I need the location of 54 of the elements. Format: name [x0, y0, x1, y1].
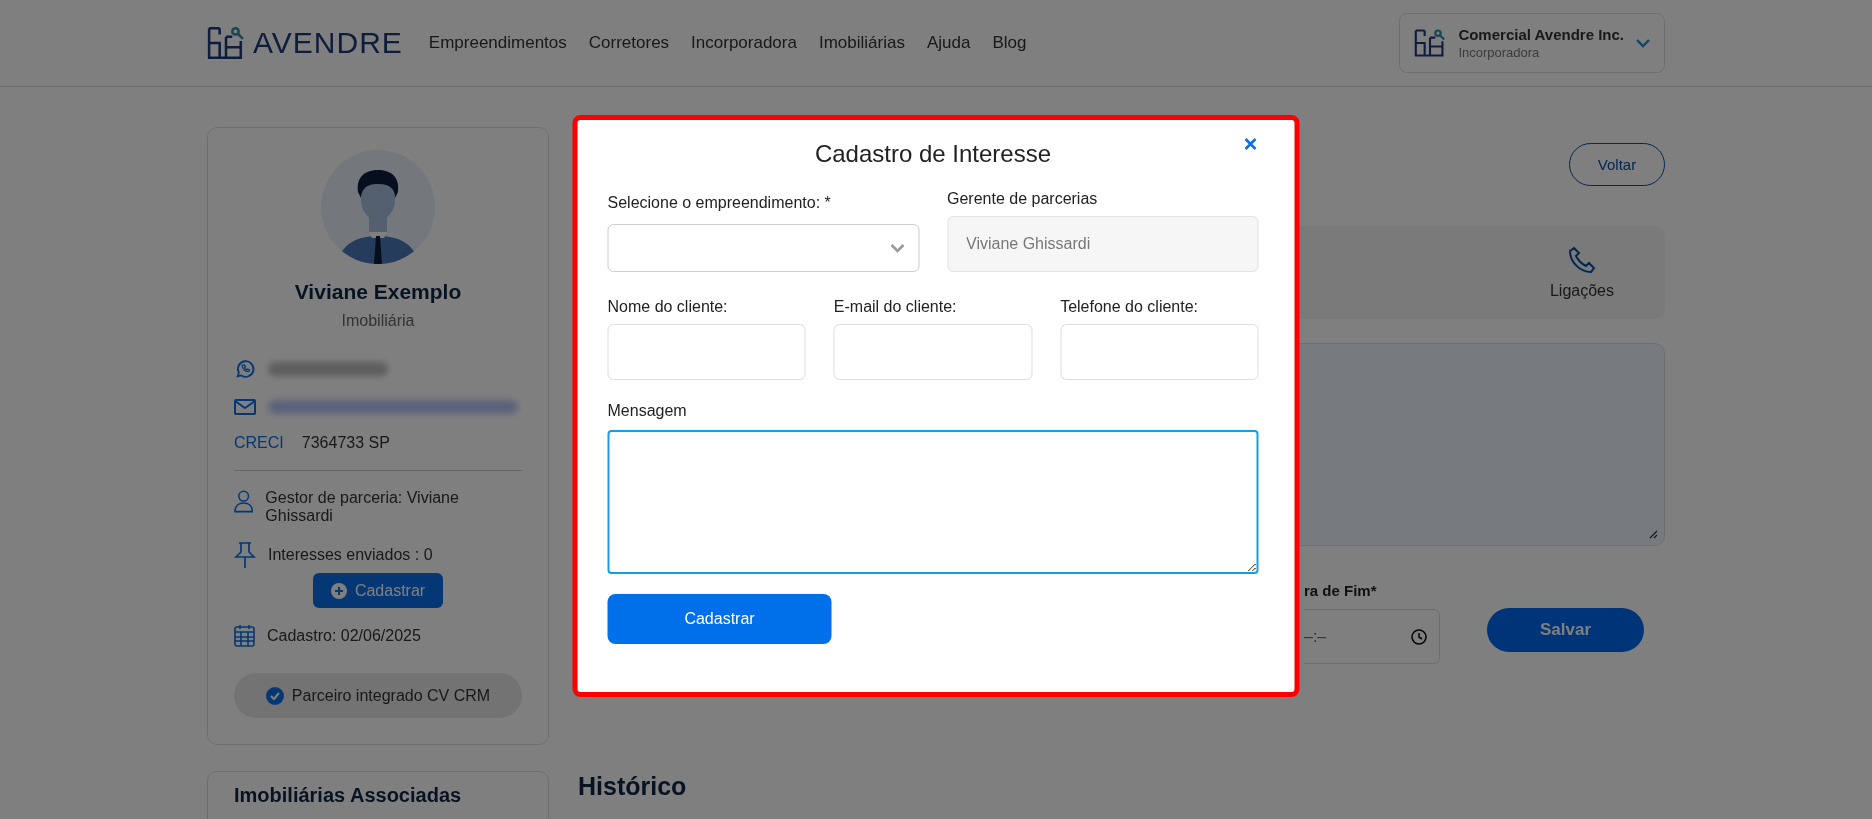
calls-tab[interactable]: Ligações — [1499, 226, 1665, 319]
register-button[interactable]: Cadastrar — [312, 573, 444, 608]
calendar-icon — [234, 624, 255, 647]
modal-title: Cadastro de Interesse — [814, 140, 1052, 168]
user-icon — [234, 489, 254, 513]
nav-link[interactable]: Incorporadora — [691, 33, 797, 53]
logo-text: AVENDRE — [253, 26, 403, 60]
registration-date: Cadastro: 02/06/2025 — [267, 626, 421, 645]
input-field[interactable] — [607, 324, 806, 380]
chevron-down-icon — [1636, 38, 1650, 48]
account-name: Comercial Avendre Inc. — [1458, 26, 1624, 43]
section-title: Imobiliárias Associadas — [234, 784, 463, 806]
nav-link[interactable]: Ajuda — [926, 33, 971, 53]
input-field[interactable] — [1060, 324, 1259, 380]
save-button[interactable]: Salvar — [1487, 608, 1644, 652]
whatsapp-icon — [234, 358, 256, 380]
account-switcher[interactable]: Comercial Avendre Inc. Incorporadora — [1399, 13, 1665, 73]
nav-link[interactable]: Imobiliárias — [818, 33, 905, 53]
clock-icon — [1411, 628, 1427, 645]
integration-badge: Parceiro integrado CV CRM — [234, 673, 522, 718]
floor-plan-key-icon — [207, 26, 245, 60]
chevron-down-icon — [890, 243, 904, 253]
field-label: ra de Fim* — [1304, 582, 1378, 599]
field-label: Telefone do cliente: — [1060, 298, 1200, 316]
field-label: E-mail do cliente: — [833, 298, 958, 316]
account-role: Incorporadora — [1458, 45, 1541, 60]
select-field[interactable] — [607, 224, 919, 272]
nav-link[interactable]: Corretores — [588, 33, 670, 53]
profile-type: Imobiliária — [340, 312, 416, 330]
profile-name: Viviane Exemplo — [293, 280, 463, 304]
envelope-icon — [234, 398, 256, 416]
field-label: Gerente de parcerias — [947, 190, 1099, 208]
field-label: Selecione o empreendimento: * — [607, 194, 832, 212]
check-circle-icon — [265, 686, 284, 705]
field-label: Mensagem — [607, 402, 688, 420]
partner-manager-text: Gestor de parceria: Viviane Ghissardi — [265, 489, 460, 525]
plus-circle-icon — [330, 582, 347, 599]
creci-number: 7364733 SP — [301, 434, 390, 452]
creci-label: CRECI — [234, 434, 284, 452]
floor-plan-key-icon — [1414, 28, 1447, 58]
nav-link[interactable]: Blog — [992, 33, 1027, 53]
nav-link[interactable]: Empreendimentos — [428, 33, 567, 53]
resize-handle-icon — [1649, 530, 1658, 539]
interests-sent-text: Interesses enviados : 0 — [268, 546, 433, 564]
pushpin-icon — [234, 541, 256, 569]
section-title: Histórico — [578, 772, 688, 801]
close-icon — [1244, 138, 1257, 150]
phone-icon — [1568, 245, 1596, 274]
message-field[interactable] — [607, 430, 1259, 574]
time-field[interactable]: –:– — [1304, 609, 1440, 664]
submit-button[interactable]: Cadastrar — [607, 594, 832, 644]
input-field[interactable] — [833, 324, 1033, 380]
field-label: Nome do cliente: — [607, 298, 729, 316]
back-button[interactable]: Voltar — [1569, 143, 1665, 186]
